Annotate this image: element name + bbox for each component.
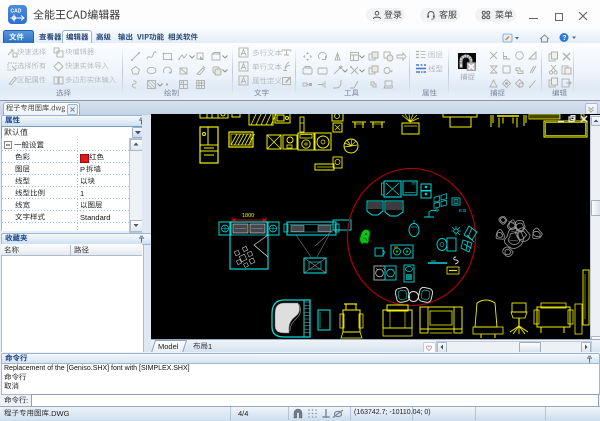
svg-text:1800: 1800: [242, 213, 254, 219]
svg-text:um: um: [431, 259, 436, 263]
svg-text:?: ?: [562, 35, 566, 42]
svg-text:CAD: CAD: [11, 9, 22, 15]
svg-text:E:B: E:B: [459, 208, 466, 213]
